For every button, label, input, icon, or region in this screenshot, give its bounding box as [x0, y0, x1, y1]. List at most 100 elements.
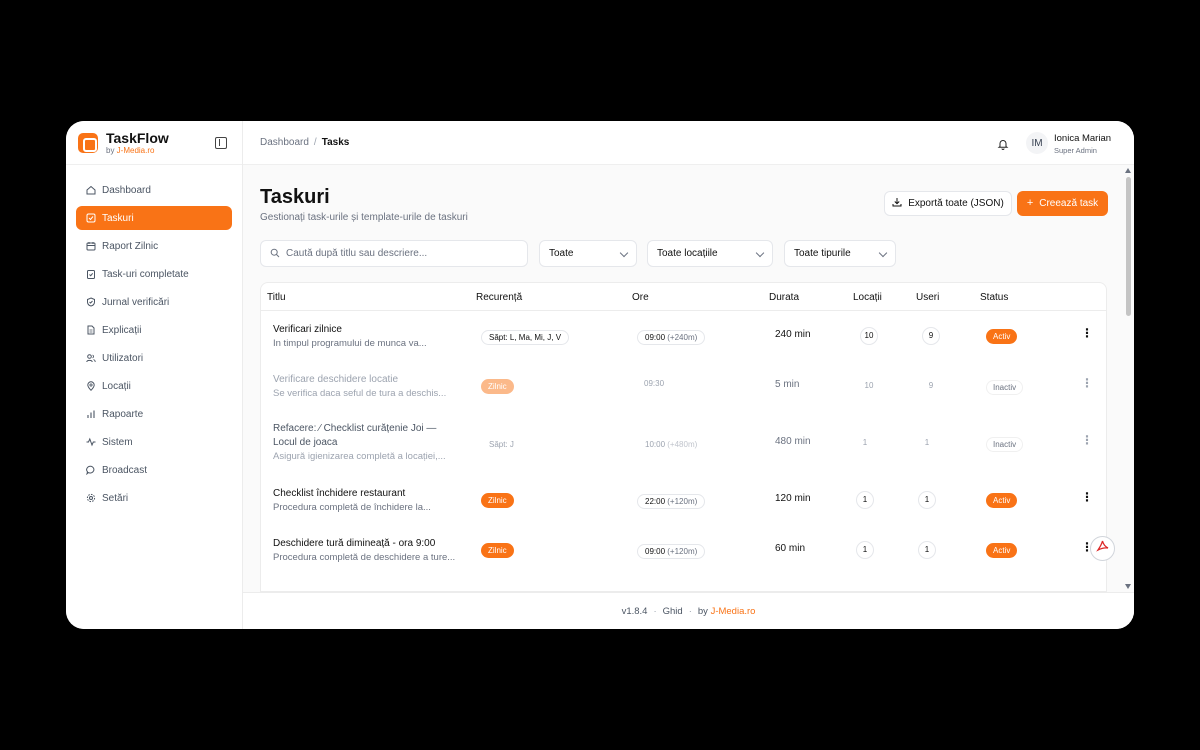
- download-icon: [892, 197, 902, 210]
- locations-count: 1: [856, 433, 874, 452]
- document-icon: [86, 325, 96, 335]
- footer-guide-link[interactable]: Ghid: [663, 606, 683, 617]
- column-header-duration[interactable]: Durata: [769, 292, 799, 303]
- column-header-title[interactable]: Titlu: [267, 292, 286, 303]
- create-task-button[interactable]: + Creează task: [1017, 191, 1108, 216]
- search-input[interactable]: [286, 248, 516, 259]
- locations-count: 1: [856, 490, 874, 509]
- sidebar-item-dashboard[interactable]: Dashboard: [76, 178, 232, 202]
- clipboard-check-icon: [86, 269, 96, 279]
- task-title: Checklist închidere restaurant: [273, 488, 406, 499]
- sidebar-item-label: Setări: [102, 492, 129, 504]
- table-row[interactable]: Refacere: ⁄ Checklist curățenie Joi — Lo…: [261, 419, 1106, 483]
- time-pill: 09:00 (+120m): [637, 544, 706, 559]
- footer-separator: ·: [688, 605, 692, 617]
- task-title: Refacere: ⁄ Checklist curățenie Joi —: [273, 423, 437, 434]
- task-description: Procedura completă de deschidere a ture.…: [273, 552, 456, 563]
- brand-name: TaskFlow: [106, 129, 169, 146]
- duration-value: 480 min: [775, 436, 811, 447]
- task-description: In timpul programului de munca va...: [273, 338, 427, 349]
- duration-value: 60 min: [775, 543, 806, 554]
- user-role: Super Admin: [1054, 146, 1097, 155]
- more-vertical-icon[interactable]: ⋮: [1081, 491, 1093, 503]
- bell-icon[interactable]: [997, 137, 1009, 150]
- table-header: Titlu Recurență Ore Durata Locații Useri…: [261, 283, 1106, 311]
- task-description: Procedura completă de închidere la...: [273, 502, 431, 513]
- locations-count: 10: [860, 326, 878, 345]
- status-badge: Activ: [986, 543, 1018, 558]
- page-title: Taskuri: [260, 186, 330, 208]
- time-pill: 22:00 (+120m): [637, 494, 706, 509]
- breadcrumb-current: Tasks: [321, 137, 350, 148]
- scroll-up-arrow-icon[interactable]: [1125, 168, 1131, 173]
- sidebar-item-utilizatori[interactable]: Utilizatori: [76, 346, 232, 370]
- column-header-hours[interactable]: Ore: [632, 292, 649, 303]
- plus-icon: +: [1026, 197, 1034, 209]
- sidebar-item-label: Broadcast: [102, 464, 148, 476]
- sidebar-item-label: Jurnal verificări: [102, 296, 170, 308]
- column-header-recurrence[interactable]: Recurență: [476, 292, 522, 303]
- bar-chart-icon: [86, 409, 96, 419]
- sidebar-item-label: Taskuri: [102, 212, 134, 224]
- scrollbar-thumb[interactable]: [1126, 177, 1131, 316]
- breadcrumb-dashboard-link[interactable]: Dashboard: [260, 137, 309, 148]
- chevron-down-icon: [755, 248, 765, 258]
- more-vertical-icon[interactable]: ⋮: [1081, 377, 1093, 389]
- sidebar-item-explicatii[interactable]: Explicații: [76, 318, 232, 342]
- create-task-label: Creează task: [1039, 198, 1099, 209]
- status-filter-select[interactable]: Toate: [539, 240, 637, 267]
- taskflow-logo-icon: [78, 132, 98, 153]
- search-icon: [270, 245, 280, 263]
- type-filter-select[interactable]: Toate tipurile: [784, 240, 896, 267]
- sidebar-item-broadcast[interactable]: Broadcast: [76, 458, 232, 482]
- user-name[interactable]: Ionica Marian: [1054, 133, 1111, 144]
- location-filter-select[interactable]: Toate locațiile: [647, 240, 773, 267]
- export-json-button[interactable]: Exportă toate (JSON): [884, 191, 1012, 216]
- sidebar-nav: Dashboard Taskuri Raport Zilnic Task-uri…: [66, 165, 242, 510]
- table-row[interactable]: Verificare deschidere locatie Se verific…: [261, 369, 1106, 419]
- sidebar-item-label: Dashboard: [102, 184, 151, 196]
- table-row[interactable]: Checklist închidere restaurant Procedura…: [261, 483, 1106, 533]
- sidebar-item-rapoarte[interactable]: Rapoarte: [76, 402, 232, 426]
- footer-brand-link[interactable]: J-Media.ro: [711, 606, 756, 617]
- sidebar-item-jurnal-verificari[interactable]: Jurnal verificări: [76, 290, 232, 314]
- chevron-down-icon: [619, 248, 629, 258]
- sidebar-item-setari[interactable]: Setări: [76, 486, 232, 510]
- sidebar-collapse-icon[interactable]: [215, 137, 227, 149]
- sidebar-item-sistem[interactable]: Sistem: [76, 430, 232, 454]
- checkbox-icon: [86, 213, 96, 223]
- location-filter-value: Toate locațiile: [657, 248, 718, 259]
- status-badge: Inactiv: [986, 437, 1024, 452]
- sidebar-item-locatii[interactable]: Locații: [76, 374, 232, 398]
- column-header-users[interactable]: Useri: [916, 292, 939, 303]
- sidebar-item-label: Explicații: [102, 324, 142, 336]
- time-pill: 09:00 (+240m): [637, 330, 706, 345]
- more-vertical-icon[interactable]: ⋮: [1081, 434, 1093, 446]
- recurrence-badge: Zilnic: [481, 379, 514, 394]
- sidebar-item-label: Utilizatori: [102, 352, 144, 364]
- scroll-down-arrow-icon[interactable]: [1125, 584, 1131, 589]
- time-value: 09:30: [644, 379, 665, 388]
- table-row[interactable]: Deschidere tură dimineață - ora 9:00 Pro…: [261, 533, 1106, 583]
- activity-icon: [86, 437, 96, 447]
- column-header-locations[interactable]: Locații: [853, 292, 882, 303]
- sidebar-item-task-uri-completate[interactable]: Task-uri completate: [76, 262, 232, 286]
- table-row[interactable]: Verificari zilnice In timpul programului…: [261, 319, 1106, 369]
- breadcrumb-separator: /: [313, 137, 317, 148]
- pdf-export-button[interactable]: [1090, 536, 1115, 561]
- more-vertical-icon[interactable]: ⋮: [1081, 327, 1093, 339]
- topbar: Dashboard / Tasks IM Ionica Marian Super A…: [243, 121, 1134, 165]
- gear-icon: [86, 493, 96, 503]
- sidebar-item-taskuri[interactable]: Taskuri: [76, 206, 232, 230]
- task-title: Verificari zilnice: [273, 324, 342, 335]
- column-header-status[interactable]: Status: [980, 292, 1008, 303]
- task-title: Deschidere tură dimineață - ora 9:00: [273, 538, 436, 549]
- sidebar-item-raport-zilnic[interactable]: Raport Zilnic: [76, 234, 232, 258]
- task-title-line2: Locul de joaca: [273, 437, 338, 448]
- avatar[interactable]: IM: [1026, 132, 1048, 154]
- status-badge: Inactiv: [986, 380, 1024, 395]
- locations-count: 10: [860, 376, 878, 395]
- task-description: Se verifica daca seful de tura a deschis…: [273, 388, 447, 399]
- chevron-down-icon: [878, 248, 888, 258]
- recurrence-pill: Săpt: J: [481, 437, 522, 452]
